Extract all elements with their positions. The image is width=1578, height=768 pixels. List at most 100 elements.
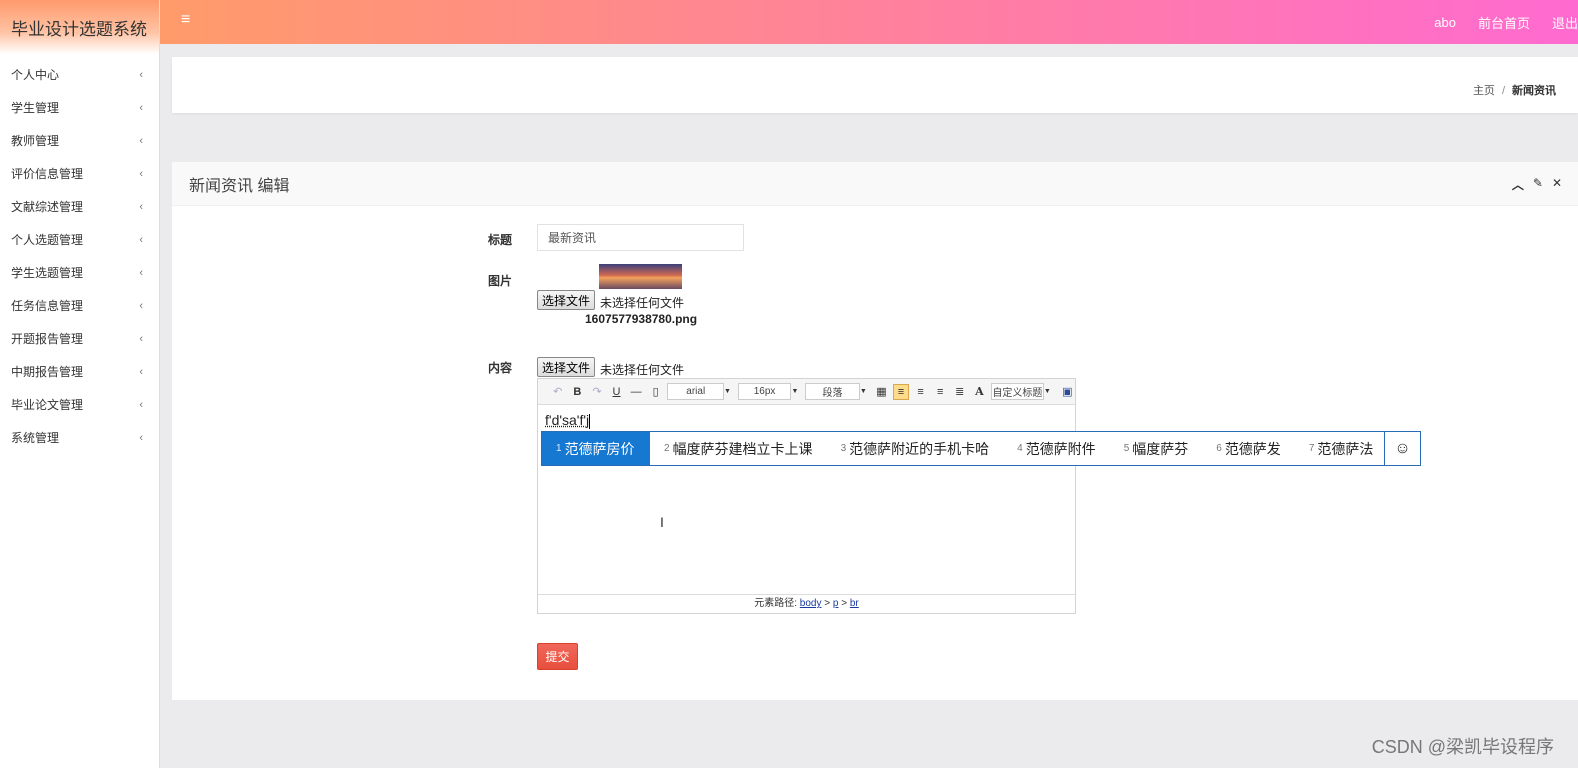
element-path-bar: 元素路径: body > p > br [538, 594, 1075, 613]
sidebar-item-evaluation-management[interactable]: 评价信息管理 ‹ [0, 157, 159, 190]
sidebar-item-label: 开题报告管理 [11, 332, 84, 346]
custom-title-value: 自定义标题 [992, 388, 1043, 399]
editor-typed-text: f'd'sa'f'j [545, 412, 590, 428]
candidate-text: 范德萨发 [1224, 440, 1281, 457]
horizontal-rule-icon[interactable]: — [628, 386, 644, 398]
ime-candidate[interactable]: 5 幅度萨芬 [1110, 432, 1203, 465]
candidate-text: 幅度萨芬建档立卡上课 [672, 440, 813, 457]
undo-icon[interactable]: ↶ [550, 385, 566, 398]
ime-candidate[interactable]: 1 范德萨房价 [542, 432, 650, 465]
custom-title-select[interactable]: 自定义标题 ▼ [991, 383, 1051, 400]
app-title: 毕业设计选题系统 [0, 0, 159, 54]
candidate-number: 1 [556, 443, 562, 454]
title-label: 标题 [488, 233, 513, 247]
bold-icon[interactable]: B [570, 386, 586, 398]
sidebar-item-label: 中期报告管理 [11, 365, 84, 379]
chevron-left-icon: ‹ [139, 233, 143, 246]
candidate-text: 幅度萨芬 [1132, 440, 1189, 457]
paste-plain-icon[interactable]: ▯ [648, 385, 664, 398]
wrench-icon[interactable]: ✎ [1533, 176, 1543, 193]
sidebar-item-student-management[interactable]: 学生管理 ‹ [0, 91, 159, 124]
chevron-left-icon: ‹ [139, 266, 143, 279]
path-br-link[interactable]: br [850, 598, 859, 609]
ime-candidate[interactable]: 2 幅度萨芬建档立卡上课 [650, 432, 827, 465]
image-preview [599, 264, 682, 289]
ime-candidate-bar: 1 范德萨房价 2 幅度萨芬建档立卡上课 3 范德萨附近的手机卡哈 4 范德萨附件 5幅… [541, 431, 1421, 466]
sidebar-item-task-management[interactable]: 任务信息管理 ‹ [0, 289, 159, 322]
sidebar-menu: 个人中心 ‹ 学生管理 ‹ 教师管理 ‹ 评价信息管理 ‹ 文献综述管理 ‹ 个人选题管理… [0, 58, 159, 454]
redo-icon[interactable]: ↷ [589, 385, 605, 398]
chevron-left-icon: ‹ [139, 332, 143, 345]
image-file-status: 未选择任何文件 [600, 296, 685, 310]
table-icon[interactable]: ▦ [874, 385, 890, 398]
font-size-value: 16px [753, 386, 776, 397]
chevron-left-icon: ‹ [139, 200, 143, 213]
align-center-icon[interactable]: ≡ [932, 386, 948, 398]
editor-toolbar: ↶ B ↷ U — ▯ arial ▼ 16px ▼ 段落 ▼ ▦ ≡ ≡ ≡ ≣ A… [538, 379, 1075, 405]
text-cursor-icon: I [660, 514, 664, 530]
breadcrumb-separator: / [1501, 85, 1505, 97]
sidebar-item-literature-review-management[interactable]: 文献综述管理 ‹ [0, 190, 159, 223]
sidebar-item-teacher-management[interactable]: 教师管理 ‹ [0, 124, 159, 157]
rich-text-editor: ↶ B ↷ U — ▯ arial ▼ 16px ▼ 段落 ▼ ▦ ≡ ≡ ≡ ≣ A… [537, 378, 1076, 614]
sidebar-item-personal-center[interactable]: 个人中心 ‹ [0, 58, 159, 91]
path-p-link[interactable]: p [833, 598, 839, 609]
sidebar-item-label: 个人中心 [11, 68, 60, 82]
close-icon[interactable]: ✕ [1552, 176, 1562, 193]
sidebar: 毕业设计选题系统 个人中心 ‹ 学生管理 ‹ 教师管理 ‹ 评价信息管理 ‹ 文献综述管… [0, 0, 160, 768]
collapse-icon[interactable]: ︿ [1512, 176, 1524, 193]
dropdown-arrow-icon: ▼ [791, 388, 799, 395]
choose-content-file-button[interactable]: 选择文件 [537, 357, 596, 377]
candidate-number: 6 [1216, 443, 1222, 454]
sidebar-item-personal-topic-management[interactable]: 个人选题管理 ‹ [0, 223, 159, 256]
candidate-number: 4 [1017, 443, 1023, 454]
candidate-number: 2 [664, 443, 670, 454]
ime-candidate[interactable]: 7 范德萨法 [1295, 432, 1388, 465]
chevron-left-icon: ‹ [139, 398, 143, 411]
font-size-select[interactable]: 16px ▼ [737, 383, 798, 400]
breadcrumb-panel: 主页 / 新闻资讯 [172, 57, 1578, 113]
dropdown-arrow-icon: ▼ [1043, 388, 1051, 395]
underline-icon[interactable]: U [609, 386, 625, 398]
chevron-left-icon: ‹ [139, 365, 143, 378]
candidate-number: 3 [840, 443, 847, 454]
align-left-icon[interactable]: ≡ [893, 383, 909, 400]
submit-button[interactable]: 提交 [537, 643, 578, 670]
text-caret [589, 413, 591, 429]
sidebar-item-midterm-report-management[interactable]: 中期报告管理 ‹ [0, 355, 159, 388]
sidebar-item-system-management[interactable]: 系统管理 ‹ [0, 421, 159, 454]
chevron-left-icon: ‹ [139, 431, 143, 444]
choose-image-button[interactable]: 选择文件 [537, 290, 596, 310]
align-right-icon[interactable]: ≡ [913, 386, 929, 398]
sidebar-item-thesis-management[interactable]: 毕业论文管理 ‹ [0, 388, 159, 421]
title-input[interactable]: 最新资讯 [537, 224, 744, 251]
path-body-link[interactable]: body [800, 598, 822, 609]
font-family-select[interactable]: arial ▼ [667, 383, 731, 400]
candidate-text: 范德萨附件 [1025, 440, 1096, 457]
logout-link[interactable]: 退出 [1552, 13, 1578, 32]
sidebar-item-label: 毕业论文管理 [11, 398, 84, 412]
preview-icon[interactable]: ▣ [1060, 385, 1076, 398]
user-name-link[interactable]: abo [1434, 15, 1456, 30]
sidebar-item-label: 个人选题管理 [11, 233, 84, 247]
chevron-left-icon: ‹ [139, 167, 143, 180]
emoji-icon[interactable]: ☺ [1384, 432, 1420, 465]
candidate-number: 7 [1308, 443, 1315, 454]
sidebar-item-proposal-report-management[interactable]: 开题报告管理 ‹ [0, 322, 159, 355]
paragraph-select[interactable]: 段落 ▼ [805, 383, 867, 400]
dropdown-arrow-icon: ▼ [859, 388, 867, 395]
font-color-icon[interactable]: A [972, 385, 988, 398]
candidate-text: 范德萨法 [1317, 440, 1374, 457]
ime-candidate[interactable]: 4 范德萨附件 [1003, 432, 1110, 465]
candidate-number: 5 [1123, 443, 1130, 454]
menu-toggle-icon[interactable]: ≡ [181, 11, 190, 29]
ime-candidate[interactable]: 3 范德萨附近的手机卡哈 [827, 432, 1004, 465]
sidebar-item-label: 学生管理 [11, 101, 60, 115]
frontend-home-link[interactable]: 前台首页 [1478, 13, 1530, 32]
sidebar-item-student-topic-management[interactable]: 学生选题管理 ‹ [0, 256, 159, 289]
top-links: abo 前台首页 退出 [1412, 0, 1578, 44]
breadcrumb-home[interactable]: 主页 [1473, 85, 1495, 97]
breadcrumb-current: 新闻资讯 [1512, 85, 1556, 97]
ime-candidate[interactable]: 6 范德萨发 [1202, 432, 1295, 465]
align-justify-icon[interactable]: ≣ [952, 385, 968, 398]
